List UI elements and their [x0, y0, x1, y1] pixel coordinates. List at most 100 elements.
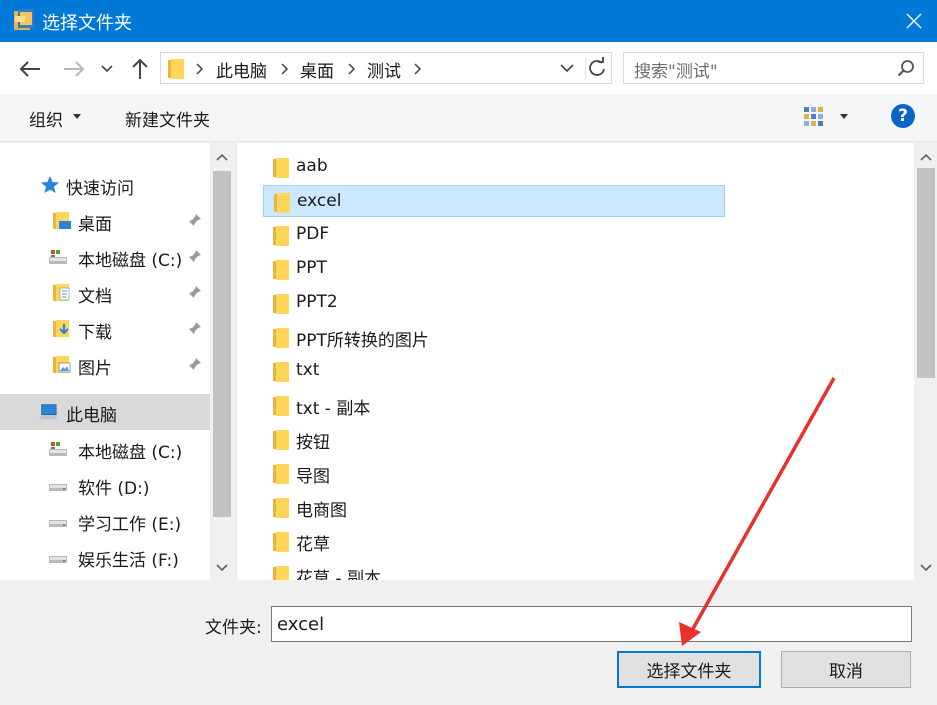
file-list-item[interactable]: aab: [263, 151, 725, 183]
folder-icon: [273, 430, 289, 450]
system-drive-icon: [49, 442, 67, 456]
nav-item-local-disk-c[interactable]: 本地磁盘 (C:): [0, 239, 210, 275]
file-name: 花草 - 副本: [296, 569, 381, 580]
file-list-item[interactable]: 花草: [263, 525, 725, 557]
scroll-up-button[interactable]: [210, 145, 234, 169]
breadcrumb-desktop[interactable]: 桌面: [300, 57, 334, 82]
arrow-left-icon: [19, 61, 40, 77]
organize-button[interactable]: 组织: [29, 106, 63, 131]
file-list-item[interactable]: excel: [263, 185, 725, 217]
file-name: 花草: [296, 535, 330, 555]
view-mode-icon[interactable]: [803, 106, 825, 128]
chevron-right-icon: [348, 63, 356, 75]
file-name: excel: [297, 191, 342, 211]
nav-pane-scrollbar[interactable]: [210, 143, 234, 580]
nav-item-downloads[interactable]: 下载: [0, 311, 210, 347]
chevron-down-icon: [216, 564, 228, 572]
folder-icon: [273, 566, 289, 580]
refresh-icon: [589, 57, 605, 76]
select-folder-button[interactable]: 选择文件夹: [617, 651, 761, 688]
address-bar[interactable]: 此电脑 桌面 测试: [160, 52, 612, 84]
recent-locations-button[interactable]: [97, 56, 117, 82]
help-icon[interactable]: ?: [891, 104, 915, 128]
scroll-up-button[interactable]: [914, 145, 937, 169]
navigation-pane: 快速访问 桌面 本地磁盘 (C:) 文档 下载 图片 此电脑 本地磁盘 (C:)…: [0, 143, 234, 580]
command-bar: 组织 新建文件夹: [0, 94, 937, 142]
scroll-thumb[interactable]: [917, 168, 935, 378]
file-list-item[interactable]: PPT所转换的图片: [263, 321, 725, 353]
folder-icon: [273, 328, 289, 348]
file-name: 导图: [296, 467, 330, 487]
folder-name-input[interactable]: [271, 606, 912, 642]
file-name: 按钮: [296, 433, 330, 453]
chevron-down-icon: [920, 564, 932, 572]
window-title: 选择文件夹: [42, 13, 132, 34]
pin-icon: [189, 250, 201, 262]
folder-icon: [273, 464, 289, 484]
scroll-thumb[interactable]: [213, 171, 231, 517]
chevron-right-icon: [414, 63, 422, 75]
chevron-up-icon: [920, 153, 932, 161]
up-button[interactable]: [127, 56, 153, 82]
folder-icon: [273, 158, 289, 178]
back-button[interactable]: [17, 56, 43, 82]
nav-item-desktop[interactable]: 桌面: [0, 203, 210, 239]
scroll-down-button[interactable]: [914, 556, 937, 580]
nav-item-study-work-e[interactable]: 学习工作 (E:): [0, 503, 210, 539]
address-dropdown-icon[interactable]: [558, 59, 576, 77]
app-icon: [14, 9, 34, 30]
pin-icon: [189, 322, 201, 334]
chevron-down-icon: [101, 65, 113, 73]
file-list: aab excel PDF PPT PPT2 PPT所转换的图片 txt txt - 副本按钮…: [236, 143, 937, 580]
title-bar: 选择文件夹: [0, 0, 937, 42]
search-placeholder[interactable]: 搜索"测试": [634, 57, 718, 82]
view-options-caret-icon[interactable]: [840, 114, 848, 119]
file-list-scrollbar[interactable]: [914, 143, 937, 580]
pin-icon: [189, 214, 201, 226]
nav-item-entertainment-f[interactable]: 娱乐生活 (F:): [0, 539, 210, 575]
folder-icon: [273, 532, 289, 552]
dialog-footer: 文件夹: 选择文件夹 取消: [0, 580, 937, 705]
caret-down-icon: [73, 114, 81, 119]
file-list-item[interactable]: txt: [263, 355, 725, 387]
close-icon: [906, 13, 922, 29]
scroll-down-button[interactable]: [210, 556, 234, 580]
drive-icon: [49, 520, 67, 527]
nav-this-pc[interactable]: 此电脑: [0, 394, 210, 430]
cancel-button[interactable]: 取消: [781, 651, 911, 688]
nav-label: 本地磁盘 (C:): [78, 251, 183, 271]
close-button[interactable]: [891, 0, 937, 42]
nav-label: 软件 (D:): [78, 479, 150, 499]
search-box[interactable]: 搜索"测试": [623, 52, 924, 84]
pin-icon: [189, 358, 201, 370]
file-name: PDF: [296, 224, 330, 244]
file-list-item[interactable]: 导图: [263, 457, 725, 489]
file-name: aab: [296, 156, 328, 176]
folder-icon: [273, 294, 289, 314]
folder-icon: [273, 226, 289, 246]
desktop-folder-icon: [53, 212, 71, 229]
nav-item-local-disk-c-pc[interactable]: 本地磁盘 (C:): [0, 431, 210, 467]
refresh-button[interactable]: [585, 57, 607, 79]
nav-label: 文档: [78, 287, 112, 307]
nav-item-pictures[interactable]: 图片: [0, 347, 210, 383]
breadcrumb-test[interactable]: 测试: [367, 57, 401, 82]
file-list-item[interactable]: PDF: [263, 219, 725, 251]
nav-label: 本地磁盘 (C:): [78, 443, 183, 463]
file-list-item[interactable]: PPT2: [263, 287, 725, 319]
file-list-item[interactable]: 花草 - 副本: [263, 559, 725, 580]
star-icon: [41, 176, 59, 193]
file-list-item[interactable]: 电商图: [263, 491, 725, 523]
file-list-item[interactable]: PPT: [263, 253, 725, 285]
downloads-folder-icon: [53, 320, 69, 337]
nav-item-documents[interactable]: 文档: [0, 275, 210, 311]
nav-quick-access[interactable]: 快速访问: [0, 167, 210, 203]
nav-item-software-d[interactable]: 软件 (D:): [0, 467, 210, 503]
file-list-item[interactable]: 按钮: [263, 423, 725, 455]
documents-folder-icon: [53, 284, 70, 301]
file-list-item[interactable]: txt - 副本: [263, 389, 725, 421]
forward-button[interactable]: [61, 56, 87, 82]
breadcrumb-this-pc[interactable]: 此电脑: [216, 57, 267, 82]
drive-icon: [49, 556, 67, 563]
new-folder-button[interactable]: 新建文件夹: [125, 106, 210, 131]
